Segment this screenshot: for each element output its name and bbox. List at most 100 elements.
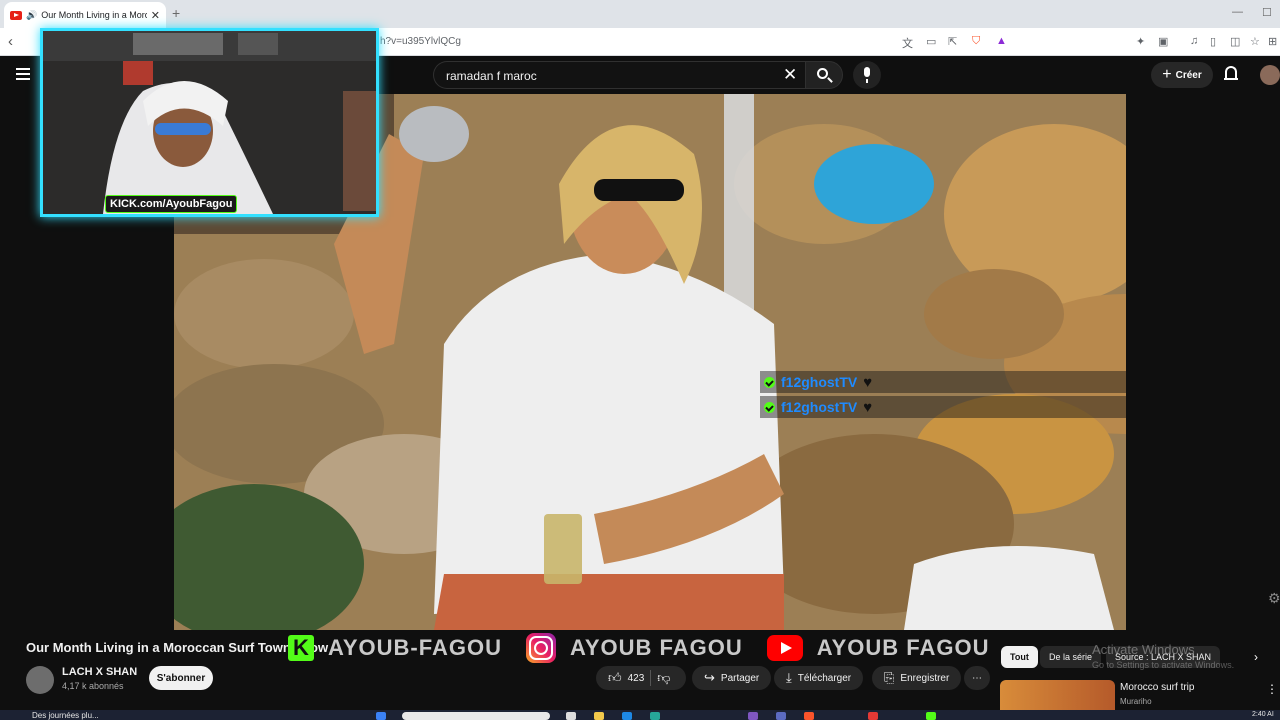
windows-taskbar: Des journées plu... 2:40 AI <box>0 710 1280 720</box>
search-query: ramadan f maroc <box>446 69 537 83</box>
tab-title: Our Month Living in a Moroc <box>41 10 147 20</box>
recommendation-channel: Murariho <box>1120 697 1152 706</box>
download-label: Télécharger <box>797 672 852 684</box>
save-button[interactable]: ⎘ Enregistrer <box>872 666 962 690</box>
download-button[interactable]: ⤓ Télécharger <box>774 666 864 690</box>
stream-socials-overlay: K AYOUB-FAGOU AYOUB FAGOU AYOUB FAGOU <box>288 632 1014 664</box>
instagram-logo-icon <box>525 633 556 663</box>
chat-message: f12ghostTV ♥ <box>760 396 1126 418</box>
sidebar-icon[interactable]: ▯ <box>1210 35 1216 48</box>
chat-username: f12ghostTV <box>781 399 858 415</box>
start-icon[interactable] <box>376 712 386 720</box>
share-icon[interactable]: ⇱ <box>948 35 957 48</box>
channel-name[interactable]: LACH X SHAN <box>62 666 137 678</box>
like-dislike-group: 👍︎ 423 👎︎ <box>596 666 686 690</box>
kebab-menu-icon[interactable]: ⋮ <box>1266 682 1278 696</box>
app-icon[interactable] <box>868 712 878 720</box>
music-icon[interactable]: ♫ <box>1190 35 1198 47</box>
discord-icon[interactable] <box>748 712 758 720</box>
settings-gear-icon[interactable]: ⚙ <box>1268 590 1280 607</box>
youtube-handle: AYOUB FAGOU <box>816 635 990 660</box>
tab-close-icon[interactable]: ✕ <box>151 9 160 22</box>
subscriber-count: 4,17 k abonnés <box>62 681 124 691</box>
share-label: Partager <box>720 672 760 684</box>
new-tab-button[interactable]: + <box>172 5 180 21</box>
notifications-bell-icon[interactable] <box>1224 66 1238 82</box>
save-label: Enregistrer <box>900 672 950 684</box>
url-field[interactable]: h?v=u395YlvlQCg <box>380 36 461 47</box>
maximize-icon[interactable]: ☐ <box>1262 6 1272 19</box>
video-title: Our Month Living in a Moroccan Surf Town <box>26 640 291 655</box>
kick-url-text: KICK.com/AyoubFagou <box>110 198 233 210</box>
wallet-icon[interactable]: ▣ <box>1158 35 1168 48</box>
app-icon[interactable] <box>650 712 660 720</box>
translate-icon[interactable]: 文 <box>902 35 913 51</box>
task-view-icon[interactable] <box>566 712 576 720</box>
browser-tab[interactable]: 🔊 Our Month Living in a Moroc ✕ <box>4 2 166 28</box>
recommendation-title[interactable]: Morocco surf trip <box>1120 682 1194 693</box>
create-button[interactable]: + Créer <box>1151 62 1213 88</box>
download-icon: ⤓ <box>786 670 792 685</box>
chat-message: f12ghostTV ♥ <box>760 371 1126 393</box>
chevron-right-icon[interactable]: › <box>1254 650 1258 664</box>
clock: 2:40 AI <box>1252 711 1274 718</box>
search-button[interactable] <box>805 61 843 89</box>
subscribe-button[interactable]: S'abonner <box>149 666 213 690</box>
more-actions-button[interactable]: ⋯ <box>964 666 990 690</box>
bookmark-icon: ⎘ <box>884 670 895 685</box>
kick-app-icon[interactable] <box>926 712 936 720</box>
activate-windows-title: Activate Windows <box>1092 642 1195 657</box>
speaker-icon[interactable]: 🔊 <box>26 10 37 21</box>
verified-check-icon <box>764 401 775 413</box>
taskbar-search[interactable] <box>402 712 550 720</box>
menu-icon[interactable]: ⊞ <box>1268 35 1277 48</box>
minimize-icon[interactable]: — <box>1232 6 1243 18</box>
brave-shield-icon[interactable]: ⛉ <box>972 35 980 48</box>
app-icon[interactable] <box>776 712 786 720</box>
search-input[interactable]: ramadan f maroc ✕ <box>433 61 805 89</box>
search-icon <box>817 68 828 79</box>
watch-metadata: Our Month Living in a Moroccan Surf Town… <box>0 630 1280 710</box>
webcam-overlay: KICK.com/AyoubFagou <box>40 28 379 217</box>
thumbs-up-icon[interactable]: 👍︎ <box>608 670 622 686</box>
edge-icon[interactable] <box>622 712 632 720</box>
kick-logo-icon: K <box>288 635 314 661</box>
more-icon: ⋯ <box>972 672 982 684</box>
recommendation-thumbnail[interactable] <box>1000 680 1115 710</box>
brave-rewards-icon[interactable]: ▲ <box>996 35 1007 47</box>
kick-handle: AYOUB-FAGOU <box>328 635 502 660</box>
like-count[interactable]: 423 <box>628 673 645 684</box>
brave-icon[interactable] <box>804 712 814 720</box>
channel-avatar[interactable] <box>26 666 54 694</box>
cast-icon[interactable]: ▭ <box>926 35 936 48</box>
clear-search-icon[interactable]: ✕ <box>783 65 797 85</box>
youtube-favicon-icon <box>10 10 22 20</box>
star-icon[interactable]: ☆ <box>1250 35 1260 48</box>
hamburger-menu-icon[interactable] <box>16 68 30 80</box>
kick-channel-badge: KICK.com/AyoubFagou <box>105 195 238 213</box>
chip-all[interactable]: Tout <box>1001 646 1038 668</box>
extension-icon[interactable]: ✦ <box>1136 35 1145 48</box>
plus-icon: + <box>1162 66 1172 83</box>
voice-search-button[interactable] <box>853 61 881 89</box>
chat-username: f12ghostTV <box>781 374 858 390</box>
verified-check-icon <box>764 376 775 388</box>
wallet-2-icon[interactable]: ◫ <box>1230 35 1240 48</box>
heart-icon: ♥ <box>863 398 873 416</box>
back-icon[interactable]: ‹ <box>8 33 13 50</box>
share-button[interactable]: ↪ Partager <box>692 666 772 690</box>
streamer-webcam-illustration <box>43 31 376 214</box>
share-arrow-icon: ↪ <box>704 670 715 685</box>
browser-tabstrip: 🔊 Our Month Living in a Moroc ✕ + — ☐ <box>0 0 1280 28</box>
thumbs-down-icon[interactable]: 👎︎ <box>657 670 670 686</box>
heart-icon: ♥ <box>863 373 873 391</box>
account-avatar[interactable] <box>1260 65 1280 85</box>
taskbar-weather-text[interactable]: Des journées plu... <box>32 711 99 720</box>
create-label: Créer <box>1175 69 1202 81</box>
screen: 🔊 Our Month Living in a Moroc ✕ + — ☐ ‹ … <box>0 0 1280 720</box>
file-explorer-icon[interactable] <box>594 712 604 720</box>
youtube-logo-icon <box>766 635 803 661</box>
mic-icon <box>864 67 870 77</box>
activate-windows-subtitle: Go to Settings to activate Windows. <box>1092 660 1235 670</box>
instagram-handle: AYOUB FAGOU <box>569 635 743 660</box>
